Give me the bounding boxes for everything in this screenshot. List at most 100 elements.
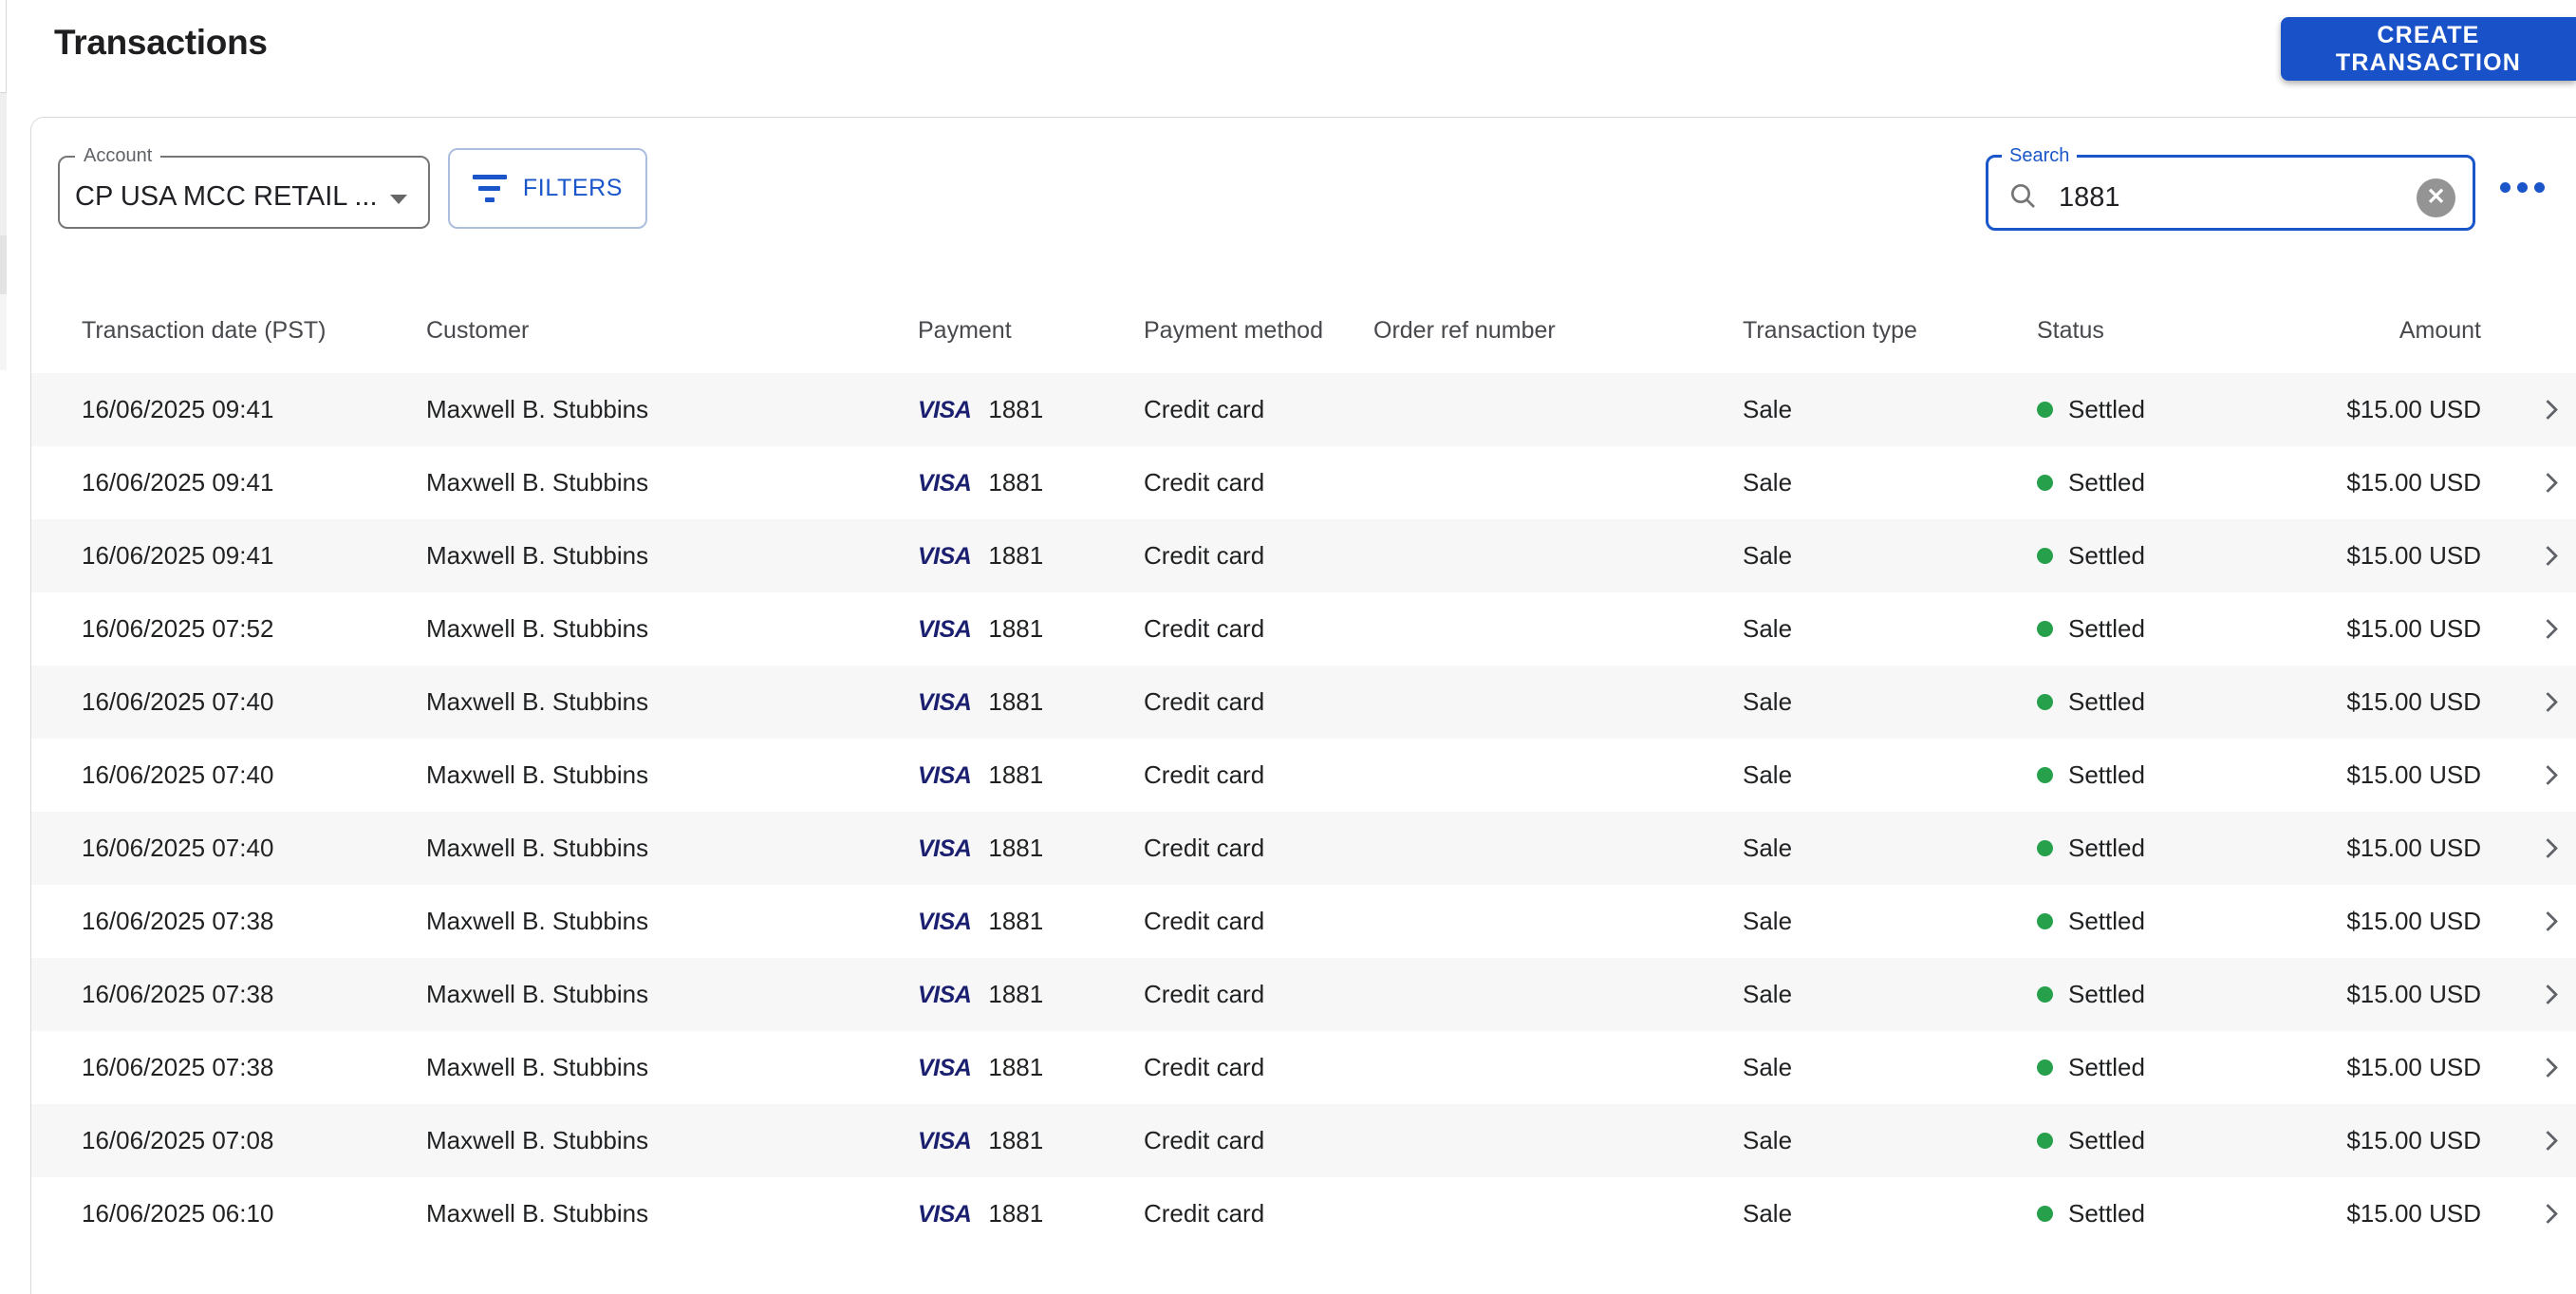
status-label: Settled: [2068, 614, 2145, 643]
column-header: Payment method: [1144, 316, 1323, 344]
table-row[interactable]: 16/06/2025 07:40 Maxwell B. Stubbins VISA 1…: [31, 666, 2576, 739]
status-label: Settled: [2068, 541, 2145, 570]
card-number: 1881: [988, 395, 1044, 423]
status-label: Settled: [2068, 1053, 2145, 1081]
clear-search-button[interactable]: ✕: [2417, 178, 2455, 217]
row-chevron[interactable]: [2537, 837, 2576, 859]
visa-logo: VISA: [918, 909, 972, 935]
row-chevron[interactable]: [2537, 691, 2576, 713]
sidebar-edge: [0, 0, 7, 1221]
payment-method: Credit card: [1144, 614, 1265, 643]
transaction-date: 16/06/2025 06:10: [82, 1199, 274, 1228]
payment-method: Credit card: [1144, 687, 1265, 716]
transaction-date: 16/06/2025 07:38: [82, 907, 274, 935]
chevron-right-icon: [2537, 837, 2559, 859]
row-chevron[interactable]: [2537, 1130, 2576, 1152]
card-number: 1881: [988, 687, 1044, 716]
table-row[interactable]: 16/06/2025 06:10 Maxwell B. Stubbins VISA 1…: [31, 1177, 2576, 1250]
card-number: 1881: [988, 468, 1044, 497]
filters-button[interactable]: FILTERS: [448, 148, 647, 229]
transaction-type: Sale: [1743, 1199, 1793, 1228]
status-cell: Settled: [2037, 907, 2260, 936]
chevron-right-icon: [2537, 1130, 2559, 1152]
payment-cell: VISA 1881: [918, 907, 1144, 936]
filter-bar: Account CP USA MCC RETAIL ... FILTERS Se…: [31, 118, 2576, 231]
transaction-type: Sale: [1743, 760, 1793, 789]
transaction-type: Sale: [1743, 395, 1793, 423]
status-dot-icon: [2037, 402, 2053, 418]
column-header: Transaction date (PST): [82, 316, 327, 344]
amount: $15.00 USD: [2346, 907, 2481, 935]
customer-name: Maxwell B. Stubbins: [426, 614, 649, 643]
status-label: Settled: [2068, 1126, 2145, 1154]
visa-logo: VISA: [918, 397, 972, 423]
status-dot-icon: [2037, 621, 2053, 637]
table-row[interactable]: 16/06/2025 09:41 Maxwell B. Stubbins VISA 1…: [31, 373, 2576, 446]
status-dot-icon: [2037, 694, 2053, 710]
search-field: Search ✕: [1986, 145, 2475, 231]
filter-icon: [472, 175, 507, 202]
row-chevron[interactable]: [2537, 545, 2576, 567]
column-header: Transaction type: [1743, 316, 1917, 344]
table-row[interactable]: 16/06/2025 07:08 Maxwell B. Stubbins VISA 1…: [31, 1104, 2576, 1177]
customer-name: Maxwell B. Stubbins: [426, 907, 649, 935]
table-row[interactable]: 16/06/2025 07:38 Maxwell B. Stubbins VISA 1…: [31, 1031, 2576, 1104]
status-label: Settled: [2068, 980, 2145, 1008]
table-row[interactable]: 16/06/2025 07:40 Maxwell B. Stubbins VISA 1…: [31, 812, 2576, 885]
table-body: 16/06/2025 09:41 Maxwell B. Stubbins VISA 1…: [31, 373, 2576, 1250]
chevron-right-icon: [2537, 545, 2559, 567]
status-cell: Settled: [2037, 1126, 2260, 1155]
card-number: 1881: [988, 541, 1044, 570]
table-row[interactable]: 16/06/2025 09:41 Maxwell B. Stubbins VISA 1…: [31, 519, 2576, 592]
transaction-type: Sale: [1743, 980, 1793, 1008]
row-chevron[interactable]: [2537, 399, 2576, 421]
amount: $15.00 USD: [2346, 687, 2481, 716]
page-title: Transactions: [54, 23, 268, 62]
more-options-button[interactable]: [2498, 145, 2546, 229]
table-row[interactable]: 16/06/2025 09:41 Maxwell B. Stubbins VISA 1…: [31, 446, 2576, 519]
table-row[interactable]: 16/06/2025 07:52 Maxwell B. Stubbins VISA 1…: [31, 592, 2576, 666]
account-select[interactable]: Account CP USA MCC RETAIL ...: [58, 145, 430, 229]
payment-method: Credit card: [1144, 1126, 1265, 1154]
row-chevron[interactable]: [2537, 764, 2576, 786]
status-label: Settled: [2068, 687, 2145, 716]
account-label: Account: [84, 145, 153, 166]
card-number: 1881: [988, 907, 1044, 935]
transaction-type: Sale: [1743, 541, 1793, 570]
status-dot-icon: [2037, 1206, 2053, 1222]
customer-name: Maxwell B. Stubbins: [426, 1126, 649, 1154]
column-header: Payment: [918, 316, 1012, 344]
customer-name: Maxwell B. Stubbins: [426, 395, 649, 423]
status-label: Settled: [2068, 760, 2145, 789]
amount: $15.00 USD: [2346, 468, 2481, 497]
status-label: Settled: [2068, 395, 2145, 423]
transaction-date: 16/06/2025 09:41: [82, 395, 274, 423]
visa-logo: VISA: [918, 1201, 972, 1228]
table-row[interactable]: 16/06/2025 07:40 Maxwell B. Stubbins VISA 1…: [31, 739, 2576, 812]
amount: $15.00 USD: [2346, 541, 2481, 570]
status-cell: Settled: [2037, 395, 2260, 424]
customer-name: Maxwell B. Stubbins: [426, 980, 649, 1008]
row-chevron[interactable]: [2537, 618, 2576, 640]
transaction-type: Sale: [1743, 834, 1793, 862]
status-label: Settled: [2068, 468, 2145, 497]
row-chevron[interactable]: [2537, 472, 2576, 494]
visa-logo: VISA: [918, 762, 972, 789]
customer-name: Maxwell B. Stubbins: [426, 541, 649, 570]
search-input[interactable]: [2059, 181, 2417, 214]
filters-button-label: FILTERS: [522, 175, 624, 201]
table-row[interactable]: 16/06/2025 07:38 Maxwell B. Stubbins VISA 1…: [31, 958, 2576, 1031]
transaction-date: 16/06/2025 07:52: [82, 614, 274, 643]
create-transaction-button[interactable]: CREATE TRANSACTION: [2281, 17, 2576, 81]
transaction-date: 16/06/2025 07:08: [82, 1126, 274, 1154]
row-chevron[interactable]: [2537, 984, 2576, 1005]
transaction-date: 16/06/2025 09:41: [82, 468, 274, 497]
row-chevron[interactable]: [2537, 910, 2576, 932]
payment-method: Credit card: [1144, 907, 1265, 935]
visa-logo: VISA: [918, 470, 972, 497]
row-chevron[interactable]: [2537, 1057, 2576, 1078]
visa-logo: VISA: [918, 543, 972, 570]
table-row[interactable]: 16/06/2025 07:38 Maxwell B. Stubbins VISA 1…: [31, 885, 2576, 958]
row-chevron[interactable]: [2537, 1203, 2576, 1225]
chevron-right-icon: [2537, 691, 2559, 713]
